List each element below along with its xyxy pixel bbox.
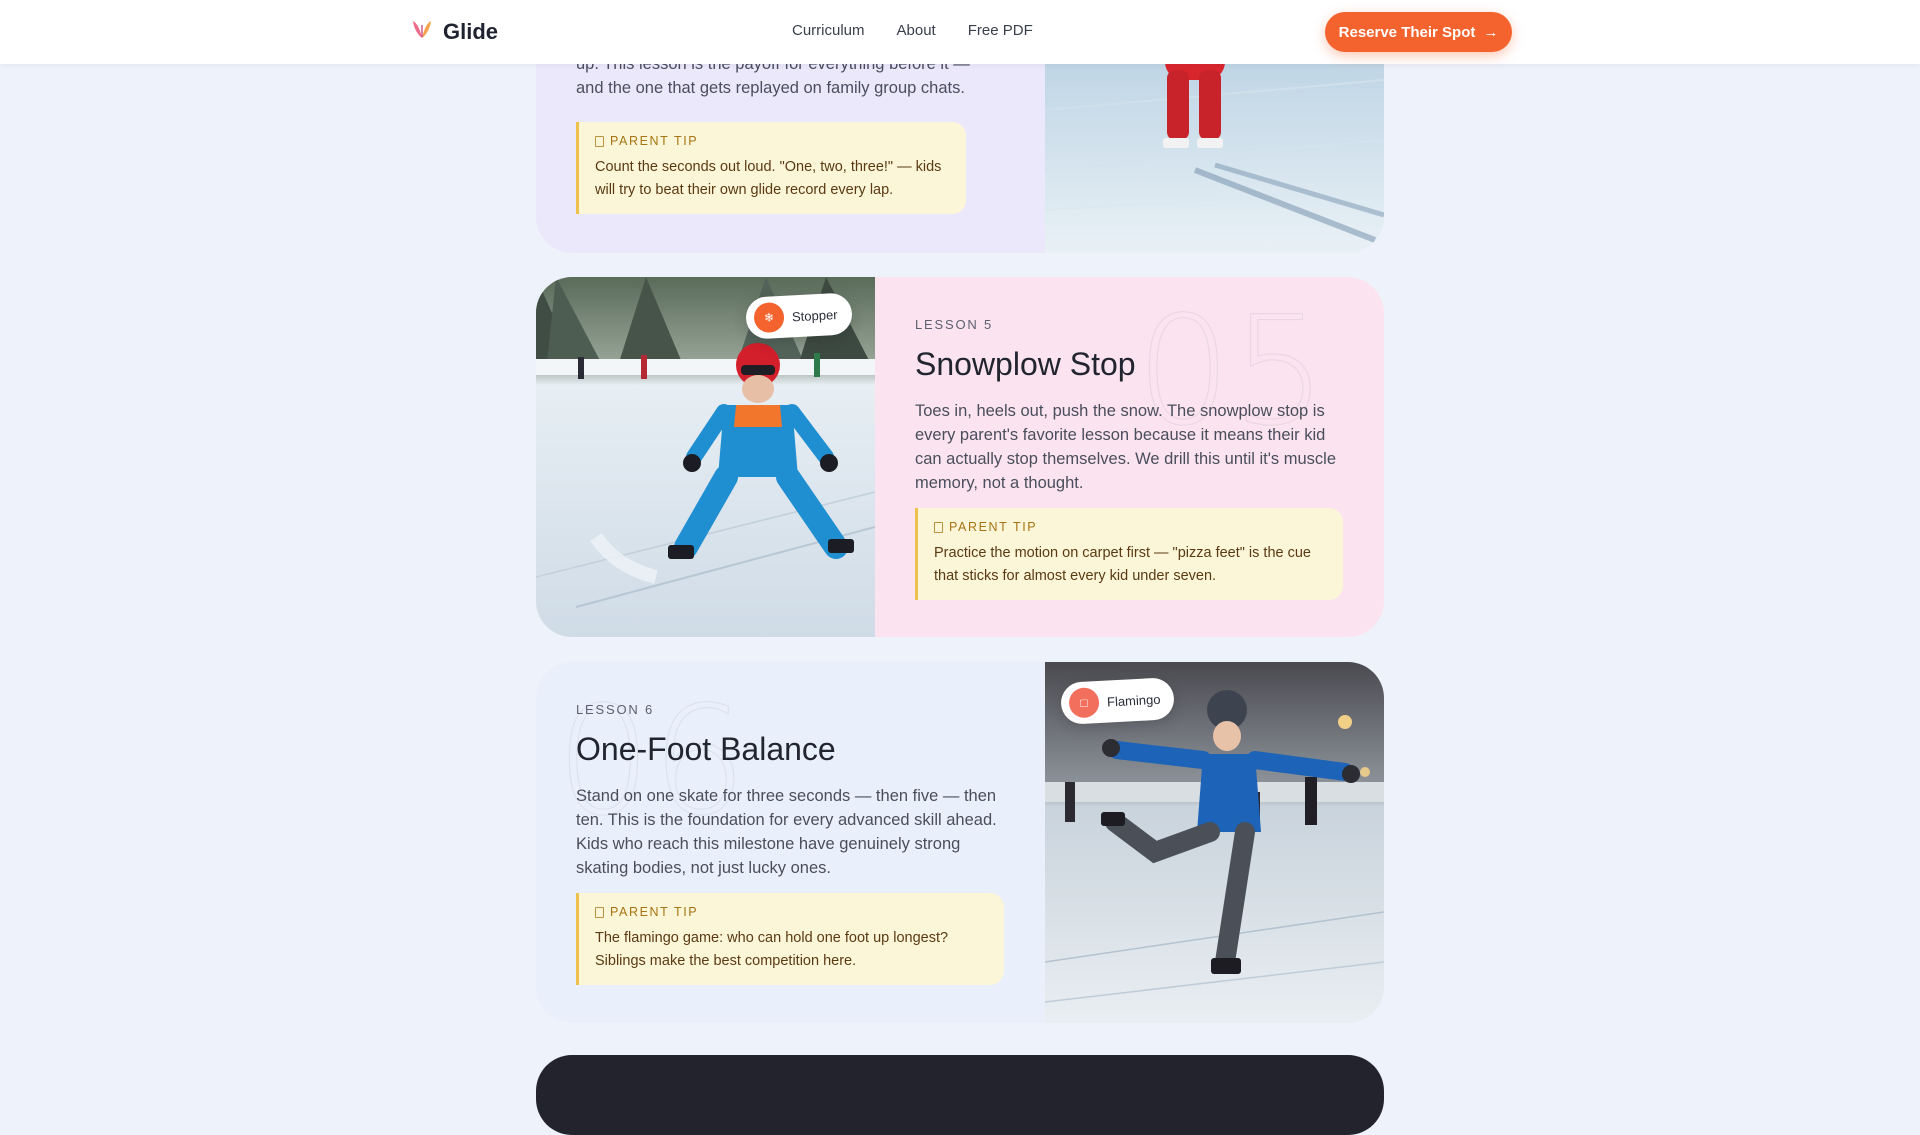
lesson-number: LESSON 5	[915, 317, 993, 332]
reserve-spot-label: Reserve Their Spot	[1338, 23, 1476, 41]
tip-icon	[595, 906, 604, 918]
parent-tip-heading: PARENT TIP	[610, 905, 699, 919]
tip-icon	[595, 135, 604, 147]
skill-badge: ❄ Stopper	[744, 292, 853, 340]
parent-tip-text: The flamingo game: who can hold one foot…	[595, 930, 949, 969]
parent-tip: PARENT TIP Practice the motion on carpet…	[915, 508, 1343, 600]
parent-tip: PARENT TIP The flamingo game: who can ho…	[576, 893, 1004, 985]
nav-about[interactable]: About	[897, 22, 936, 39]
reserve-spot-button[interactable]: Reserve Their Spot →	[1325, 12, 1512, 52]
nav-free-pdf[interactable]: Free PDF	[968, 22, 1033, 39]
parent-tip-heading: PARENT TIP	[949, 520, 1038, 534]
lesson-title: One-Foot Balance	[576, 731, 836, 767]
dark-section	[536, 1055, 1384, 1135]
parent-tip: PARENT TIP Count the seconds out loud. "…	[576, 122, 966, 214]
lesson-description: Stand on one skate for three seconds — t…	[576, 787, 997, 877]
lesson-text: LESSON 6 One-Foot Balance Stand on one s…	[576, 702, 1006, 880]
lesson-number: LESSON 6	[576, 702, 654, 717]
lesson-text: LESSON 5 Snowplow Stop Toes in, heels ou…	[915, 317, 1345, 495]
parent-tip-text: Practice the motion on carpet first — "p…	[934, 545, 1311, 584]
tip-icon	[934, 521, 943, 533]
site-header: Glide Curriculum About Free PDF Reserve …	[0, 0, 1920, 64]
lesson-description-line: and the one that gets replayed on family…	[576, 79, 965, 97]
lesson-description: Toes in, heels out, push the snow. The s…	[915, 402, 1337, 492]
lesson-card-5: ❄ Stopper 05 LESSON 5 Snowplow Stop Toes…	[536, 277, 1384, 637]
main-nav: Curriculum About Free PDF	[792, 22, 1033, 39]
arrow-right-icon: →	[1483, 23, 1499, 41]
skill-badge-label: Flamingo	[1106, 691, 1161, 710]
brand-name: Glide	[443, 18, 499, 44]
lesson-title: Snowplow Stop	[915, 346, 1136, 382]
glide-logo-icon	[411, 18, 433, 45]
lesson-photo: ❄ Stopper	[536, 277, 875, 637]
skill-badge: □ Flamingo	[1059, 677, 1176, 725]
snowflake-icon: ❄	[753, 301, 785, 334]
brand[interactable]: Glide	[411, 18, 498, 45]
lesson-card-6: 06 LESSON 6 One-Foot Balance Stand on on…	[536, 662, 1384, 1023]
nav-curriculum[interactable]: Curriculum	[792, 22, 865, 39]
parent-tip-label: PARENT TIP	[595, 134, 948, 148]
parent-tip-heading: PARENT TIP	[610, 134, 699, 148]
flamingo-icon: □	[1068, 687, 1100, 719]
skill-badge-label: Stopper	[791, 306, 838, 324]
parent-tip-label: PARENT TIP	[595, 905, 986, 919]
parent-tip-text: Count the seconds out loud. "One, two, t…	[595, 159, 942, 198]
lesson-photo: □ Flamingo	[1045, 662, 1384, 1023]
parent-tip-label: PARENT TIP	[934, 520, 1325, 534]
